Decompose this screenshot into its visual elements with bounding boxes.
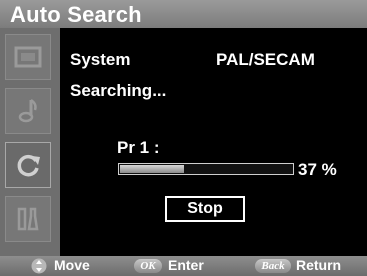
key-hint-bar: Move OK Enter Back Return [0,256,367,276]
enter-hint: Enter [168,257,204,273]
search-status: Searching... [70,81,167,100]
move-hint: Move [54,257,90,273]
system-value: PAL/SECAM [216,50,315,69]
auto-search-panel: System PAL/SECAM Searching... Pr 1 : 37 … [60,28,367,256]
menu-title: Auto Search [10,2,142,27]
tools-icon [17,207,39,231]
return-hint: Return [296,257,342,273]
back-key-icon: Back [255,259,291,273]
program-label: Pr 1 : [117,138,160,157]
refresh-icon [17,154,40,177]
search-progress-fill [120,165,184,173]
screen-icon [14,46,42,68]
sidebar-item-channel[interactable] [5,142,51,188]
ok-key-icon: OK [134,259,162,273]
sidebar [0,28,60,256]
sidebar-item-sound[interactable] [5,88,51,134]
system-label: System [70,50,131,69]
music-note-icon [18,98,37,123]
title-bar: Auto Search [0,0,367,28]
sidebar-item-picture[interactable] [5,34,51,80]
progress-percent: 37 % [298,160,337,179]
navigate-updown-icon [31,258,47,274]
sidebar-item-setup[interactable] [5,196,51,242]
osd-window: Auto Search System PAL/SECAM Searching..… [0,0,367,276]
search-progress-bar [118,163,294,175]
stop-button[interactable]: Stop [165,196,245,222]
